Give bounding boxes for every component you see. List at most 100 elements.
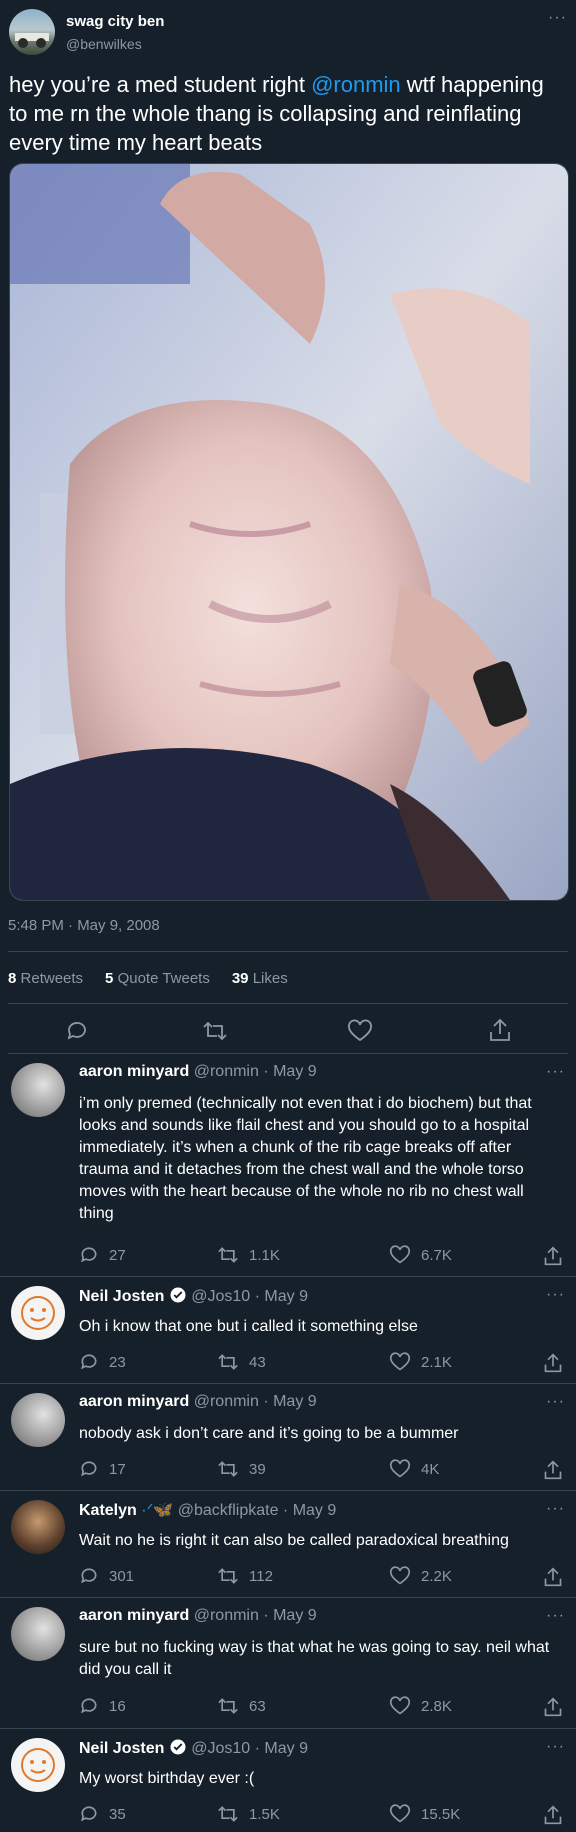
more-icon[interactable]: ··· — [546, 1063, 565, 1081]
reply-action-like[interactable]: 2.2K — [389, 1566, 452, 1586]
divider — [8, 1003, 568, 1004]
more-icon[interactable]: ··· — [546, 1738, 565, 1756]
retweet-icon — [218, 1806, 238, 1822]
reply-action-reply[interactable]: 23 — [79, 1352, 126, 1372]
reply-author-name[interactable]: aaron minyard — [79, 1607, 189, 1624]
tweet-header: swag city ben @benwilkes ··· — [9, 9, 567, 59]
like-count: 6.7K — [421, 1246, 452, 1264]
share-icon[interactable] — [543, 1459, 563, 1481]
reply-action-like[interactable]: 4K — [389, 1459, 439, 1479]
reply-meta[interactable]: @ronmin · May 9 — [194, 1063, 317, 1080]
reply-action-retweet[interactable]: 63 — [217, 1696, 266, 1716]
reply-avatar[interactable] — [11, 1500, 65, 1554]
likes-stat[interactable]: 39 Likes — [232, 970, 288, 987]
tweet-photo[interactable] — [9, 163, 569, 901]
like-count: 4K — [421, 1460, 440, 1478]
reply-avatar[interactable] — [11, 1063, 65, 1117]
retweets-stat[interactable]: 8 Retweets — [8, 970, 83, 987]
reply-action-reply[interactable]: 27 — [79, 1245, 126, 1265]
reply-meta[interactable]: @ronmin · May 9 — [194, 1393, 317, 1410]
share-icon[interactable] — [543, 1245, 563, 1267]
reply-text: My worst birthday ever :( — [79, 1770, 255, 1787]
reply-author-name[interactable]: aaron minyard — [79, 1393, 189, 1410]
author-handle[interactable]: @benwilkes — [66, 36, 142, 52]
reply-author-name[interactable]: Neil Josten — [79, 1288, 164, 1305]
reply-meta[interactable]: @ronmin · May 9 — [194, 1607, 317, 1624]
reply-meta[interactable]: @Jos10 · May 9 — [191, 1740, 308, 1757]
divider — [0, 1490, 576, 1491]
reply-action-bar: 27 1.1K 6.7K — [79, 1245, 563, 1267]
share-icon[interactable] — [488, 1017, 512, 1043]
reply-text: Oh i know that one but i called it somet… — [79, 1318, 418, 1335]
reply-action-retweet[interactable]: 1.5K — [217, 1804, 280, 1824]
quotes-stat[interactable]: 5 Quote Tweets — [105, 970, 210, 987]
like-count: 15.5K — [421, 1805, 461, 1823]
divider — [0, 1383, 576, 1384]
heart-icon — [389, 1459, 411, 1478]
reply-avatar[interactable] — [11, 1738, 65, 1792]
reply-author-name[interactable]: aaron minyard — [79, 1063, 189, 1080]
share-icon[interactable] — [543, 1696, 563, 1718]
quotes-count: 5 — [105, 970, 114, 987]
reply-header: aaron minyard @ronmin · May 9 — [79, 1063, 317, 1081]
reply-action-like[interactable]: 15.5K — [389, 1804, 460, 1824]
tweet-timestamp[interactable]: 5:48 PM · May 9, 2008 — [8, 917, 160, 934]
reply-text: i’m only premed (technically not even th… — [79, 1095, 532, 1222]
more-icon[interactable]: ··· — [548, 9, 567, 27]
reply-author-name[interactable]: Neil Josten — [79, 1740, 164, 1757]
divider — [0, 1597, 576, 1598]
verified-badge-icon — [170, 1739, 186, 1755]
divider — [8, 951, 568, 952]
reply-action-bar: 301 112 2.2K — [79, 1566, 563, 1588]
reply-action-like[interactable]: 2.8K — [389, 1696, 452, 1716]
divider — [8, 1053, 568, 1054]
retweet-icon[interactable] — [202, 1019, 228, 1043]
share-icon[interactable] — [543, 1352, 563, 1374]
reply-author-name[interactable]: Katelyn — [79, 1502, 137, 1519]
more-icon[interactable]: ··· — [546, 1607, 565, 1625]
reply-action-bar: 16 63 2.8K — [79, 1696, 563, 1718]
reply-action-reply[interactable]: 16 — [79, 1696, 126, 1716]
retweet-count: 39 — [249, 1460, 266, 1478]
reply-icon — [81, 1698, 97, 1714]
tweet-text: hey you’re a med student right @ronmin w… — [9, 70, 565, 157]
author-avatar[interactable] — [9, 9, 55, 55]
more-icon[interactable]: ··· — [546, 1500, 565, 1518]
tweet-action-bar — [8, 1013, 568, 1045]
reply-action-retweet[interactable]: 43 — [217, 1352, 266, 1372]
reply-text: nobody ask i don’t care and it’s going t… — [79, 1425, 459, 1442]
reply-action-reply[interactable]: 35 — [79, 1804, 126, 1824]
reply-meta[interactable]: @backflipkate · May 9 — [178, 1502, 337, 1519]
reply-avatar[interactable] — [11, 1607, 65, 1661]
reply-action-like[interactable]: 6.7K — [389, 1245, 452, 1265]
like-count: 2.8K — [421, 1697, 452, 1715]
butterfly-emoji-icon: ·ᐟ🦋 — [141, 1502, 174, 1519]
reply-text: Wait no he is right it can also be calle… — [79, 1532, 509, 1549]
author-name[interactable]: swag city ben — [66, 13, 164, 30]
retweets-count: 8 — [8, 970, 17, 987]
retweet-count: 43 — [249, 1353, 266, 1371]
more-icon[interactable]: ··· — [546, 1286, 565, 1304]
reply-avatar[interactable] — [11, 1286, 65, 1340]
reply-action-bar: 35 1.5K 15.5K — [79, 1804, 563, 1826]
reply-action-like[interactable]: 2.1K — [389, 1352, 452, 1372]
heart-icon — [389, 1245, 411, 1264]
share-icon[interactable] — [543, 1566, 563, 1588]
reply-action-retweet[interactable]: 39 — [217, 1459, 266, 1479]
divider — [0, 1728, 576, 1729]
reply-count: 16 — [109, 1697, 126, 1715]
reply-header: aaron minyard @ronmin · May 9 — [79, 1393, 317, 1411]
mention-link[interactable]: @ronmin — [311, 72, 401, 97]
reply-action-retweet[interactable]: 1.1K — [217, 1245, 280, 1265]
share-icon[interactable] — [543, 1804, 563, 1826]
reply-meta[interactable]: @Jos10 · May 9 — [191, 1288, 308, 1305]
reply-avatar[interactable] — [11, 1393, 65, 1447]
reply-action-reply[interactable]: 17 — [79, 1459, 126, 1479]
retweet-count: 1.1K — [249, 1246, 280, 1264]
heart-icon[interactable] — [347, 1019, 373, 1043]
reply-icon[interactable] — [65, 1019, 89, 1043]
reply-action-retweet[interactable]: 112 — [217, 1566, 273, 1586]
reply-action-reply[interactable]: 301 — [79, 1566, 134, 1586]
quotes-label: Quote Tweets — [117, 970, 210, 987]
more-icon[interactable]: ··· — [546, 1393, 565, 1411]
